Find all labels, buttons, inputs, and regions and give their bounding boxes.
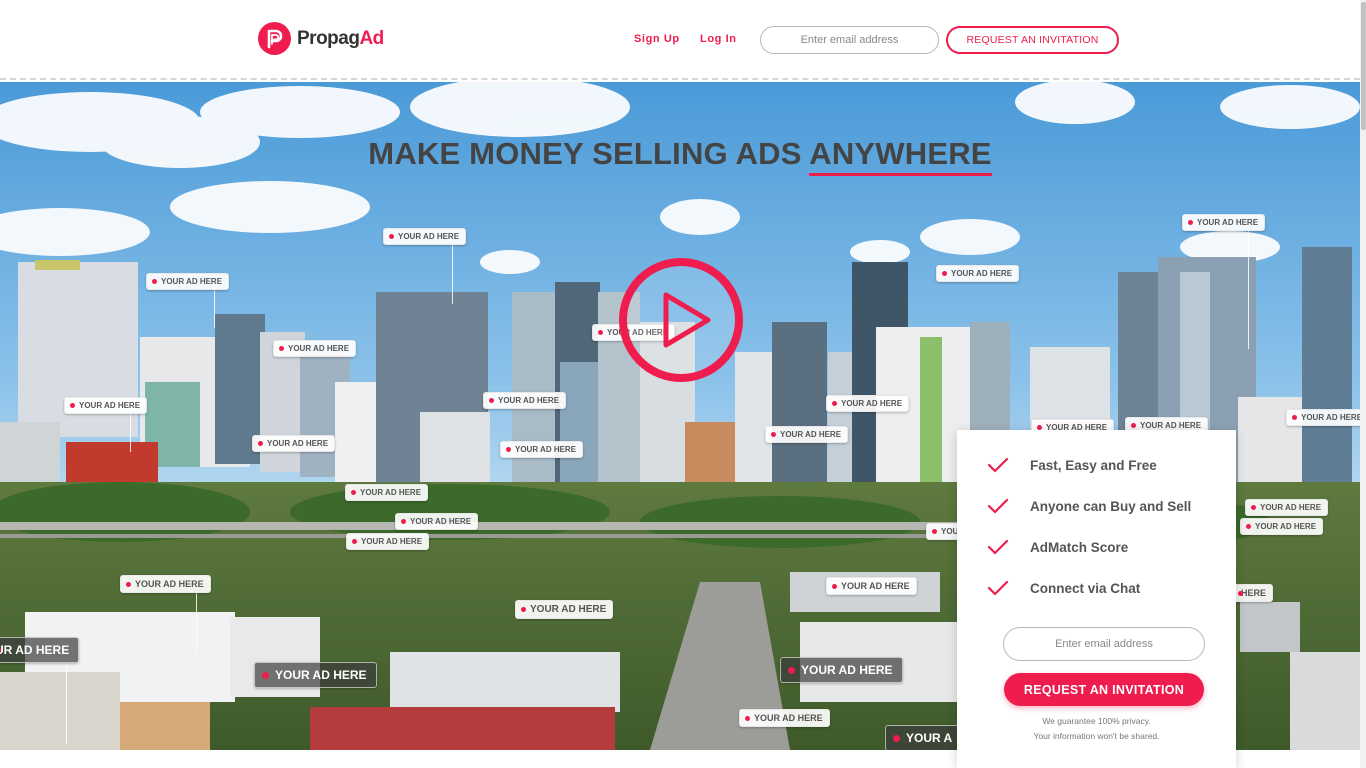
ad-tag-pointer	[452, 244, 453, 304]
ad-tag: YOUR AD HERE	[254, 662, 377, 688]
ad-tag-pointer	[196, 592, 197, 652]
brand-name: PropagAd	[297, 28, 384, 50]
ad-tag: YOUR AD HERE	[739, 709, 830, 727]
card-request-invitation-button[interactable]: REQUEST AN INVITATION	[1004, 673, 1204, 706]
ad-tag: YOUR AD HERE	[252, 435, 336, 452]
site-header: PropagAd Sign Up Log In REQUEST AN INVIT…	[0, 0, 1360, 80]
ad-tag: YOUR AD HERE	[765, 426, 849, 443]
log-in-link[interactable]: Log In	[700, 33, 737, 45]
ad-tag: YOUR AD HERE	[383, 228, 467, 245]
ad-tag: YOUR AD HERE	[936, 265, 1020, 282]
feature-item: Fast, Easy and Free	[987, 456, 1157, 474]
ad-tag: YOUR AD HERE	[515, 600, 614, 619]
ad-tag: YOUR AD HERE	[1286, 409, 1360, 426]
brand-name-accent: Ad	[359, 27, 384, 49]
checkmark-icon	[987, 498, 1009, 514]
ad-tag: YOUR AD HERE	[64, 397, 148, 414]
brand-name-main: Propag	[297, 27, 360, 49]
ad-tag-partial: HERE	[1232, 584, 1274, 602]
ad-tag: YOUR AD HERE	[483, 392, 567, 409]
ad-tag: YOUR AD HERE	[346, 533, 430, 550]
ad-tag: YOUR AD HERE	[395, 513, 479, 530]
ad-tag: YOUR AD HERE	[345, 484, 429, 501]
ad-tag-pointer	[1248, 229, 1249, 349]
signup-card: Fast, Easy and Free Anyone can Buy and S…	[957, 430, 1236, 768]
hero-headline: MAKE MONEY SELLING ADS ANYWHERE	[0, 136, 1360, 176]
feature-label: AdMatch Score	[1030, 539, 1129, 555]
sign-up-link[interactable]: Sign Up	[634, 33, 680, 45]
ad-tag: YOUR AD HERE	[146, 273, 230, 290]
headline-main-text: MAKE MONEY SELLING ADS	[368, 136, 810, 171]
checkmark-icon	[987, 539, 1009, 555]
play-video-button[interactable]	[618, 257, 744, 383]
feature-label: Anyone can Buy and Sell	[1030, 498, 1192, 514]
ad-tag-pointer	[214, 288, 215, 328]
ad-tag: YOUR AD HERE	[780, 657, 903, 683]
ad-tag: YOUR AD HERE	[500, 441, 584, 458]
feature-item: Connect via Chat	[987, 579, 1140, 597]
scrollbar-thumb[interactable]	[1361, 2, 1366, 130]
ad-tag: YOUR AD HERE	[826, 577, 917, 595]
ad-tag: YOUR AD HERE	[1245, 499, 1329, 516]
feature-label: Connect via Chat	[1030, 580, 1141, 596]
feature-item: AdMatch Score	[987, 538, 1128, 556]
ad-tag-partial: UR AD HERE	[0, 637, 80, 663]
ad-tag-pointer	[130, 412, 131, 452]
header-request-invitation-button[interactable]: REQUEST AN INVITATION	[946, 26, 1119, 54]
card-email-input[interactable]	[1003, 627, 1205, 661]
headline-accent-text: ANYWHERE	[809, 136, 992, 176]
ad-tag: YOUR AD HERE	[826, 395, 910, 412]
brand-logo[interactable]: PropagAd	[258, 22, 384, 55]
privacy-note: We guarantee 100% privacy.	[1042, 716, 1151, 726]
header-email-input[interactable]	[760, 26, 939, 54]
ad-tag: YOUR AD HERE	[273, 340, 357, 357]
ad-tag-partial: YOUR A	[885, 725, 963, 750]
checkmark-icon	[987, 580, 1009, 596]
checkmark-icon	[987, 457, 1009, 473]
privacy-note: Your information won't be shared.	[1033, 731, 1160, 741]
ad-tag: YOUR AD HERE	[1182, 214, 1266, 231]
ad-tag: YOUR AD HERE	[120, 575, 211, 593]
ad-tag-pointer	[66, 664, 67, 744]
ad-tag: YOUR AD HERE	[1240, 518, 1324, 535]
feature-label: Fast, Easy and Free	[1030, 457, 1157, 473]
feature-item: Anyone can Buy and Sell	[987, 497, 1191, 515]
propagad-logo-icon	[258, 22, 291, 55]
